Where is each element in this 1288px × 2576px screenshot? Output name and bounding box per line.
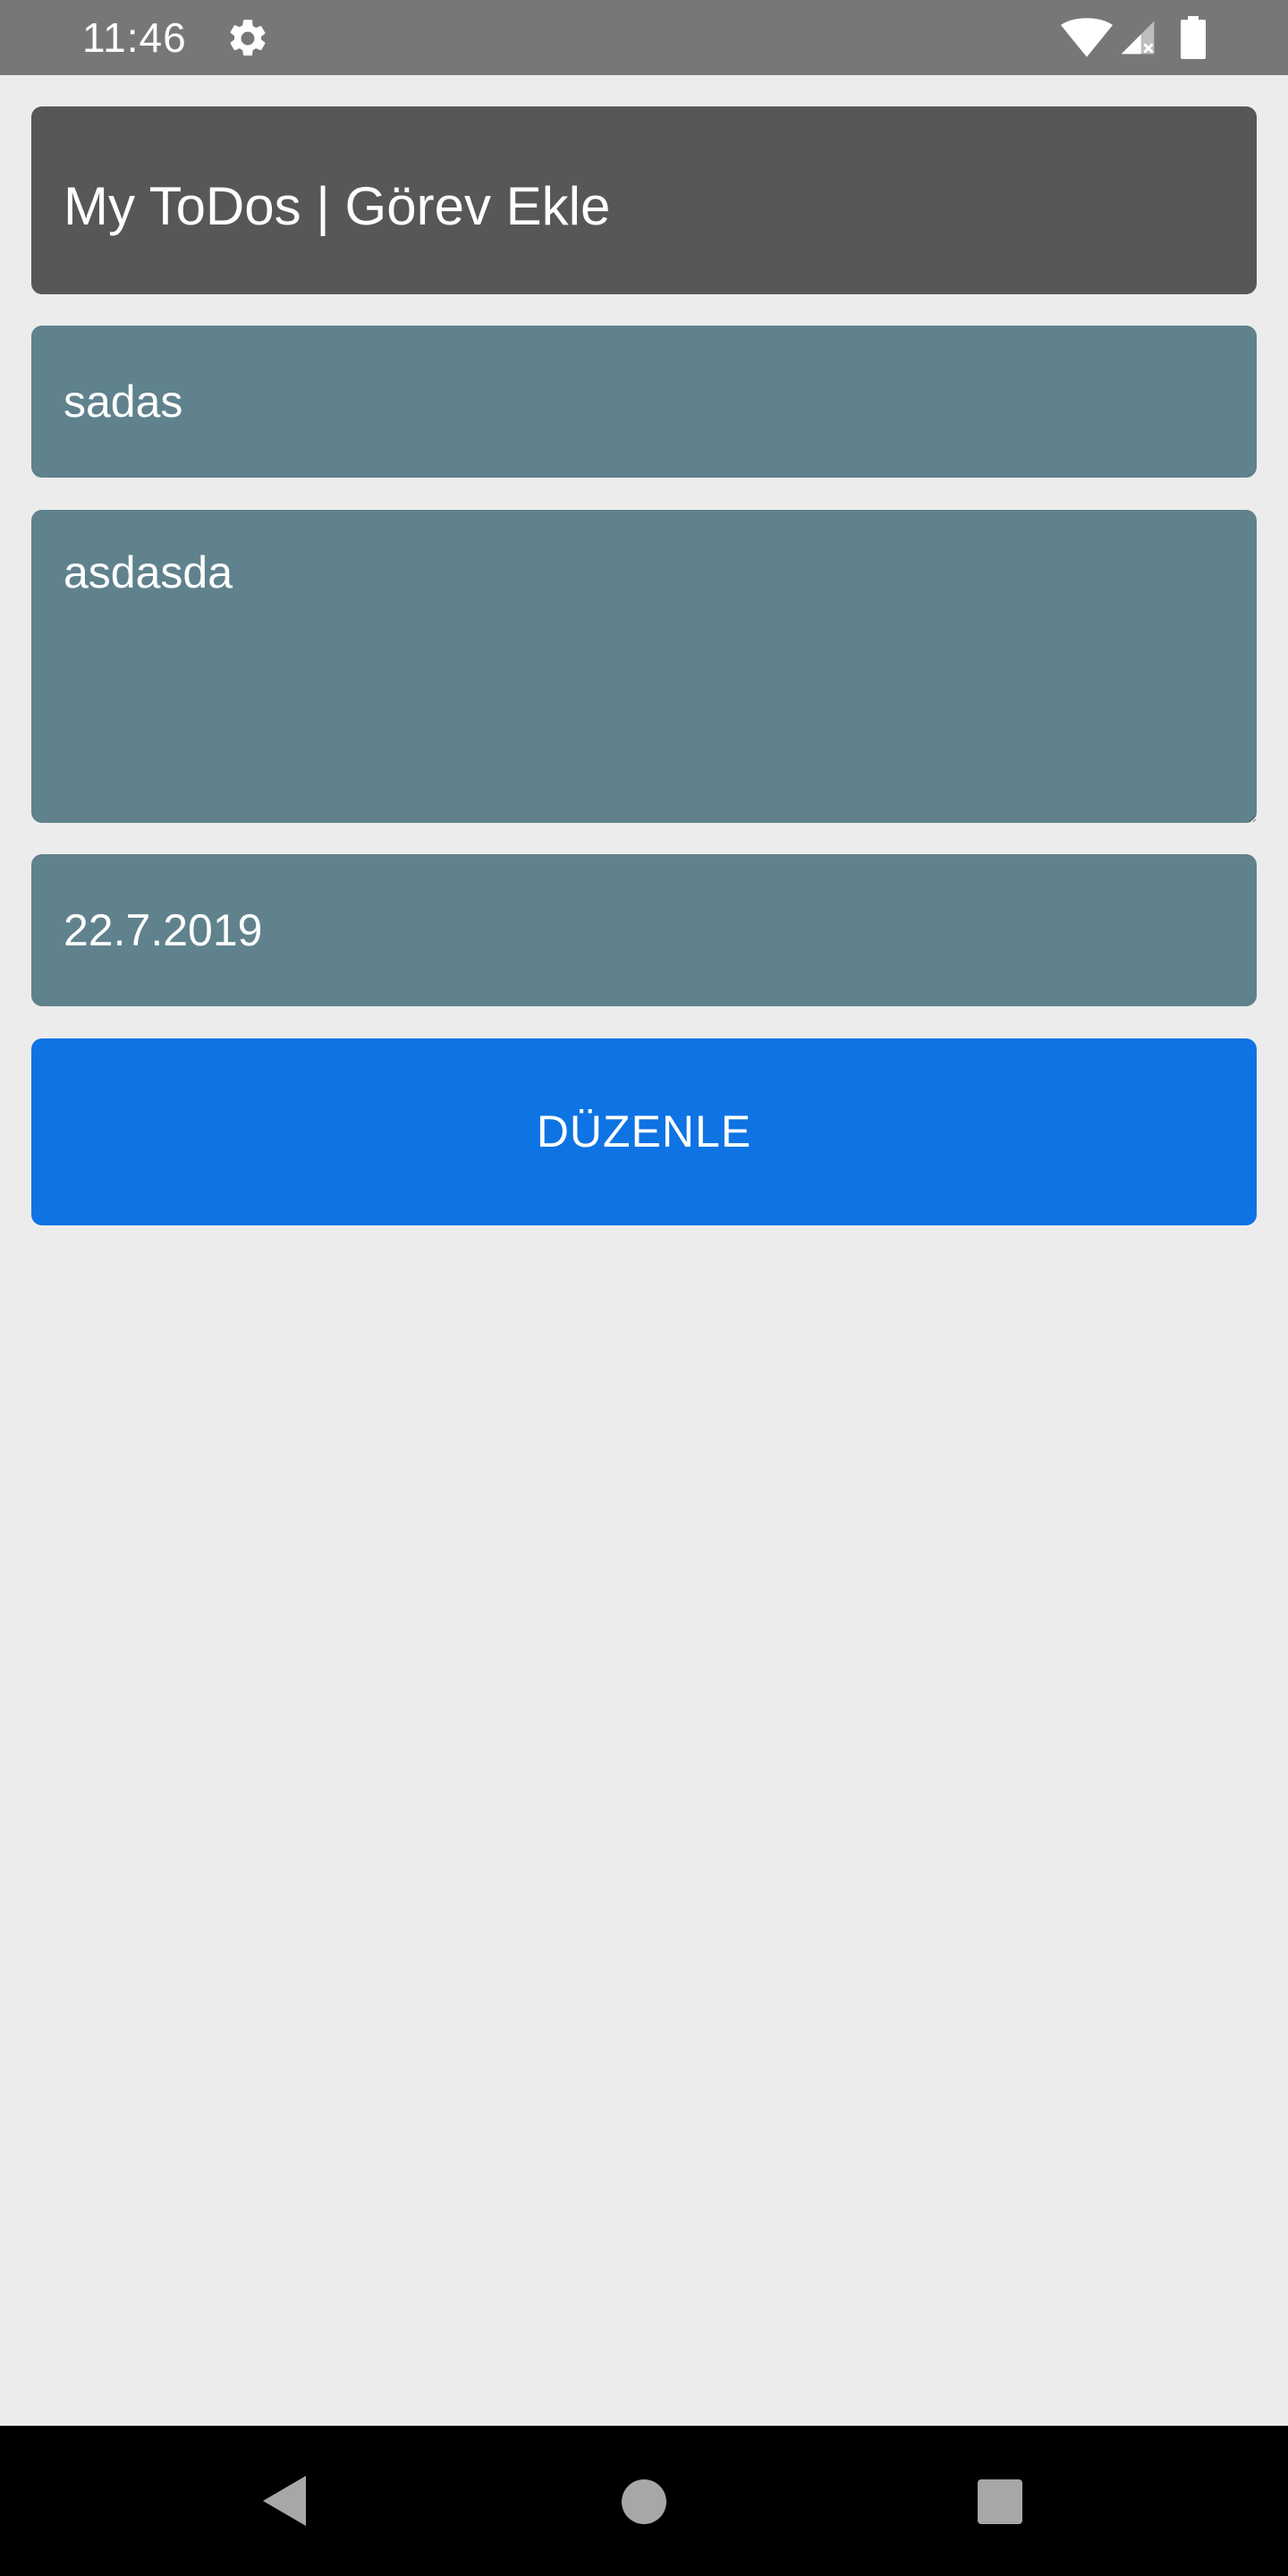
task-title-input[interactable] [31, 326, 1257, 478]
task-description-input[interactable]: asdasda [31, 510, 1257, 823]
status-time: 11:46 [82, 14, 187, 61]
wifi-icon [1061, 18, 1113, 57]
task-date-input[interactable] [31, 854, 1257, 1006]
status-bar: 11:46 [0, 0, 1288, 75]
home-icon[interactable] [622, 2479, 666, 2524]
signal-icon [1121, 21, 1155, 55]
navigation-bar [0, 2426, 1288, 2576]
edit-button[interactable]: DÜZENLE [31, 1038, 1257, 1225]
back-icon[interactable] [259, 2474, 309, 2528]
page-title: My ToDos | Görev Ekle [64, 176, 611, 236]
gear-icon [230, 20, 266, 56]
recents-icon[interactable] [978, 2479, 1022, 2524]
header-card: My ToDos | Görev Ekle [31, 106, 1257, 294]
battery-icon [1181, 16, 1206, 59]
